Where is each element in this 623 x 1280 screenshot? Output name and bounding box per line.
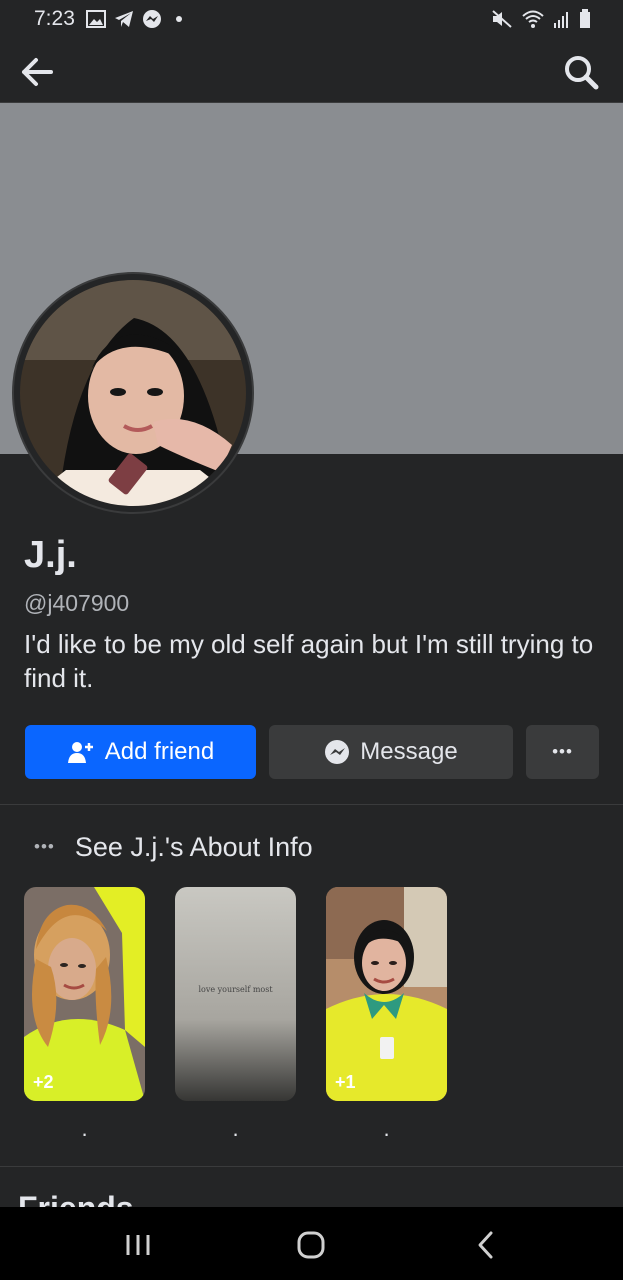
signal-icon: [554, 12, 568, 28]
friends-divider: [0, 1166, 623, 1167]
status-bar: 7:23: [0, 0, 623, 40]
message-button[interactable]: Message: [269, 725, 513, 779]
recent-apps-icon: [126, 1235, 150, 1255]
story-photo: [175, 887, 296, 1101]
gallery-icon: [86, 10, 106, 28]
telegram-icon: [115, 11, 133, 27]
messenger-icon: [325, 740, 350, 764]
section-divider: [0, 804, 623, 805]
more-dots-icon: •••: [552, 742, 573, 761]
messenger-icon: [143, 10, 161, 28]
home-icon: [297, 1231, 325, 1259]
add-friend-button[interactable]: Add friend: [25, 725, 256, 779]
story-photo: [326, 887, 447, 1101]
app-bar: [0, 40, 623, 103]
message-label: Message: [360, 738, 458, 765]
add-person-icon: [67, 742, 93, 763]
profile-username: @j407900: [24, 590, 130, 616]
about-info-label: See J.j.'s About Info: [74, 831, 313, 862]
status-right-icons: [491, 9, 591, 29]
story-count-badge: +2: [33, 1072, 54, 1092]
story-photo: [24, 887, 145, 1101]
mute-icon: [492, 10, 512, 28]
back-button[interactable]: [18, 52, 58, 92]
profile-bio: I'd like to be my old self again but I'm…: [24, 629, 594, 693]
story-thumbnail[interactable]: +1: [326, 887, 447, 1101]
profile-photo: [20, 280, 246, 506]
story-caption: .: [383, 1116, 390, 1141]
story-count-badge: +1: [335, 1072, 356, 1092]
status-left-icons: [86, 9, 182, 29]
wifi-icon: [522, 10, 544, 28]
recent-apps-button[interactable]: [118, 1225, 158, 1265]
search-icon: [565, 56, 599, 90]
status-time: 7:23: [34, 7, 75, 30]
story-thumbnail[interactable]: +2: [24, 887, 145, 1101]
arrow-left-icon: [22, 58, 53, 86]
profile-avatar[interactable]: [20, 280, 246, 506]
profile-name: J.j.: [24, 534, 77, 576]
story-text: love yourself most: [198, 985, 273, 994]
search-button[interactable]: [561, 52, 601, 92]
about-info-link[interactable]: ••• See J.j.'s About Info: [34, 830, 313, 864]
add-friend-label: Add friend: [104, 738, 215, 765]
story-caption: .: [232, 1116, 239, 1141]
story-thumbnail[interactable]: love yourself most: [175, 887, 296, 1101]
home-button[interactable]: [291, 1225, 331, 1265]
dot-icon: [176, 16, 182, 22]
chevron-left-icon: [478, 1231, 493, 1259]
battery-icon: [580, 9, 590, 28]
back-nav-button[interactable]: [466, 1225, 506, 1265]
more-dots-icon: •••: [34, 837, 55, 856]
story-caption: .: [81, 1116, 88, 1141]
more-options-button[interactable]: •••: [526, 725, 599, 779]
system-navigation-bar: [0, 1207, 623, 1280]
